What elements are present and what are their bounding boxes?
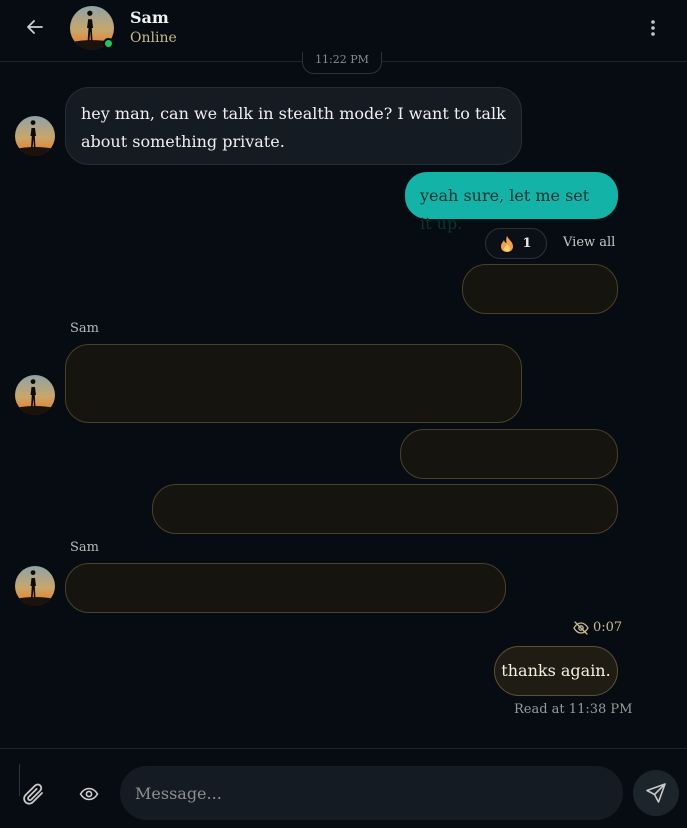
- stealth-message-incoming[interactable]: [65, 563, 506, 613]
- message-input[interactable]: [120, 766, 623, 820]
- sam-avatar[interactable]: [15, 375, 55, 415]
- sam-avatar[interactable]: [15, 566, 55, 606]
- message-bubble-outgoing[interactable]: thanks again.: [494, 646, 618, 696]
- stealth-mode-toggle[interactable]: [76, 781, 102, 807]
- sam-avatar[interactable]: [15, 116, 55, 156]
- arrow-left-icon: [27, 20, 43, 34]
- eye-off-icon: [573, 620, 589, 635]
- message-text: yeah sure, let me set it up.: [420, 186, 590, 233]
- stealth-message-outgoing[interactable]: [462, 264, 618, 314]
- message-bubble-outgoing[interactable]: yeah sure, let me set it up.: [405, 172, 618, 233]
- reaction-count: 1: [522, 236, 532, 251]
- message-text: thanks again.: [501, 661, 611, 680]
- fire-icon: [501, 235, 514, 252]
- read-receipt: Read at 11:38 PM: [514, 702, 633, 717]
- self-destruct-timer: 0:07: [573, 620, 622, 635]
- online-indicator: [103, 38, 114, 49]
- send-button[interactable]: [633, 770, 679, 816]
- more-vertical-icon: [651, 20, 655, 36]
- send-icon: [646, 783, 666, 803]
- sender-label: Sam: [70, 540, 99, 555]
- attach-button[interactable]: [20, 779, 48, 811]
- stealth-message-outgoing[interactable]: [152, 484, 618, 534]
- message-composer: [0, 748, 687, 828]
- message-bubble-incoming[interactable]: hey man, can we talk in stealth mode? I …: [65, 87, 522, 165]
- sender-label: Sam: [70, 321, 99, 336]
- message-text: hey man, can we talk in stealth mode? I …: [81, 104, 506, 151]
- view-all-reactions-link[interactable]: View all: [563, 235, 615, 250]
- contact-status: Online: [130, 30, 177, 46]
- timer-value: 0:07: [593, 620, 623, 635]
- more-options-button[interactable]: [640, 14, 666, 42]
- time-divider: 11:22 PM: [302, 52, 382, 74]
- stealth-message-incoming[interactable]: [65, 344, 522, 423]
- back-button[interactable]: [20, 12, 50, 42]
- eye-icon: [79, 787, 99, 801]
- contact-name[interactable]: Sam: [130, 8, 169, 27]
- reaction-pill[interactable]: 1: [485, 228, 547, 259]
- stealth-message-outgoing[interactable]: [400, 429, 618, 479]
- paperclip-icon: [23, 783, 43, 805]
